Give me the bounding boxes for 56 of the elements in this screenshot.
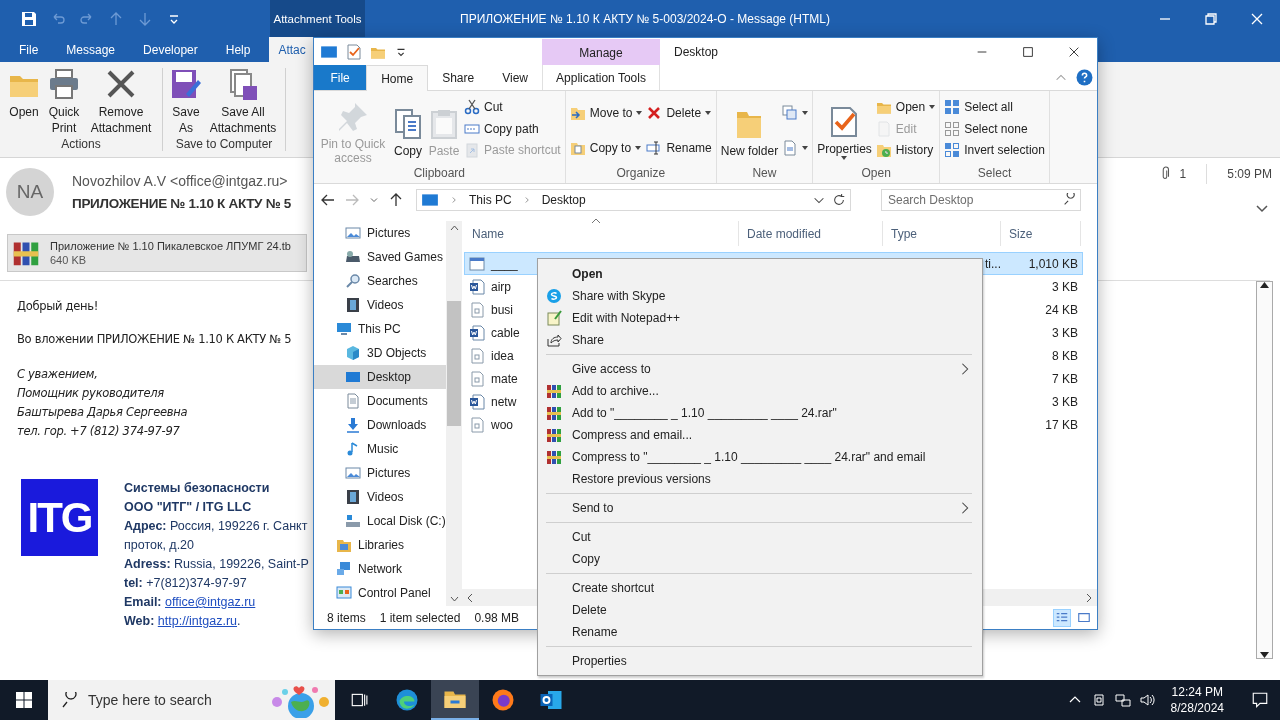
file-size: 3 KB	[1051, 394, 1079, 409]
contact-line: tel: +7(812)374-97-97	[124, 575, 247, 592]
file-size: 24 KB	[1044, 302, 1079, 317]
attachment-size: 640 KB	[50, 254, 88, 266]
file-name: idea	[491, 348, 514, 363]
signature-line: Помощник руководителя	[17, 385, 164, 402]
clock-time: 12:24 PM	[1170, 684, 1224, 700]
file-size: 3 KB	[1051, 325, 1079, 340]
file-name: netw	[491, 394, 517, 409]
company-logo: ITG	[21, 479, 98, 556]
contact-label: Web:	[124, 614, 155, 628]
context-tab-label: Manage	[542, 39, 660, 66]
file-size: 1,010 KB	[1027, 256, 1079, 271]
file-name: woo	[491, 417, 513, 432]
group-label: New	[751, 166, 778, 180]
selection-size: 0.98 MB	[474, 610, 520, 625]
contact-line: проток, д.20	[124, 537, 195, 554]
attachment-name: Приложение № 1.10 Пикалевское ЛПУМГ 24.tb	[50, 240, 291, 252]
group-label: Actions	[60, 137, 102, 151]
message-text: Во вложении ПРИЛОЖЕНИЕ № 1.10 К АКТУ № 5	[17, 332, 292, 346]
group-label: Save to Computer	[174, 137, 274, 151]
window-title: ПРИЛОЖЕНИЕ № 1.10 К АКТУ № 5-003/2024-О - Message (HTML)	[460, 11, 831, 26]
company-name: ООО "ИТГ" / ITG LLC	[124, 499, 252, 516]
file-size: 3 KB	[1051, 279, 1079, 294]
received-time: 5:09 PM	[1227, 167, 1272, 181]
contact-label: Email:	[124, 595, 162, 609]
group-label: Clipboard	[412, 166, 467, 180]
clock-date: 8/28/2024	[1170, 700, 1224, 716]
group-label: Select	[976, 166, 1013, 180]
signature-line: тел. гор. +7 (812) 374-97-97	[17, 423, 180, 440]
attachment-count: 1	[1179, 167, 1187, 181]
contact-line: Адрес: Россия, 199226 г. Санкт	[124, 518, 308, 535]
file-type: ti...	[985, 256, 1001, 271]
file-size: 7 KB	[1051, 371, 1079, 386]
greeting: Добрый день!	[17, 299, 98, 313]
file-name: ____	[491, 256, 518, 271]
period: .	[237, 614, 241, 628]
file-size: 17 KB	[1044, 417, 1079, 432]
window-title: Desktop	[674, 44, 719, 59]
file-name: mate	[491, 371, 518, 386]
item-count: 8 items	[327, 610, 366, 625]
file-name: airp	[491, 279, 511, 294]
subject: ПРИЛОЖЕНИЕ № 1.10 К АКТУ № 5	[72, 196, 292, 211]
file-size: 8 KB	[1051, 348, 1079, 363]
file-name: cable	[491, 325, 520, 340]
selection-info: 1 item selected	[379, 610, 461, 625]
signature-line: Баштырева Дарья Сергеевна	[17, 404, 188, 421]
sender: Novozhilov A.V <office@intgaz.ru>	[72, 173, 289, 189]
context-tab-label: Attachment Tools	[270, 0, 365, 37]
company-name: Системы безопасности	[124, 480, 270, 497]
group-label: Open	[860, 166, 892, 180]
signature-line: С уважением,	[17, 366, 98, 383]
contact-line: Adress: Russia, 199226, Saint-P	[124, 556, 309, 573]
file-name: busi	[491, 302, 513, 317]
group-label: Organize	[615, 166, 667, 180]
sender-avatar: NA	[6, 168, 54, 216]
